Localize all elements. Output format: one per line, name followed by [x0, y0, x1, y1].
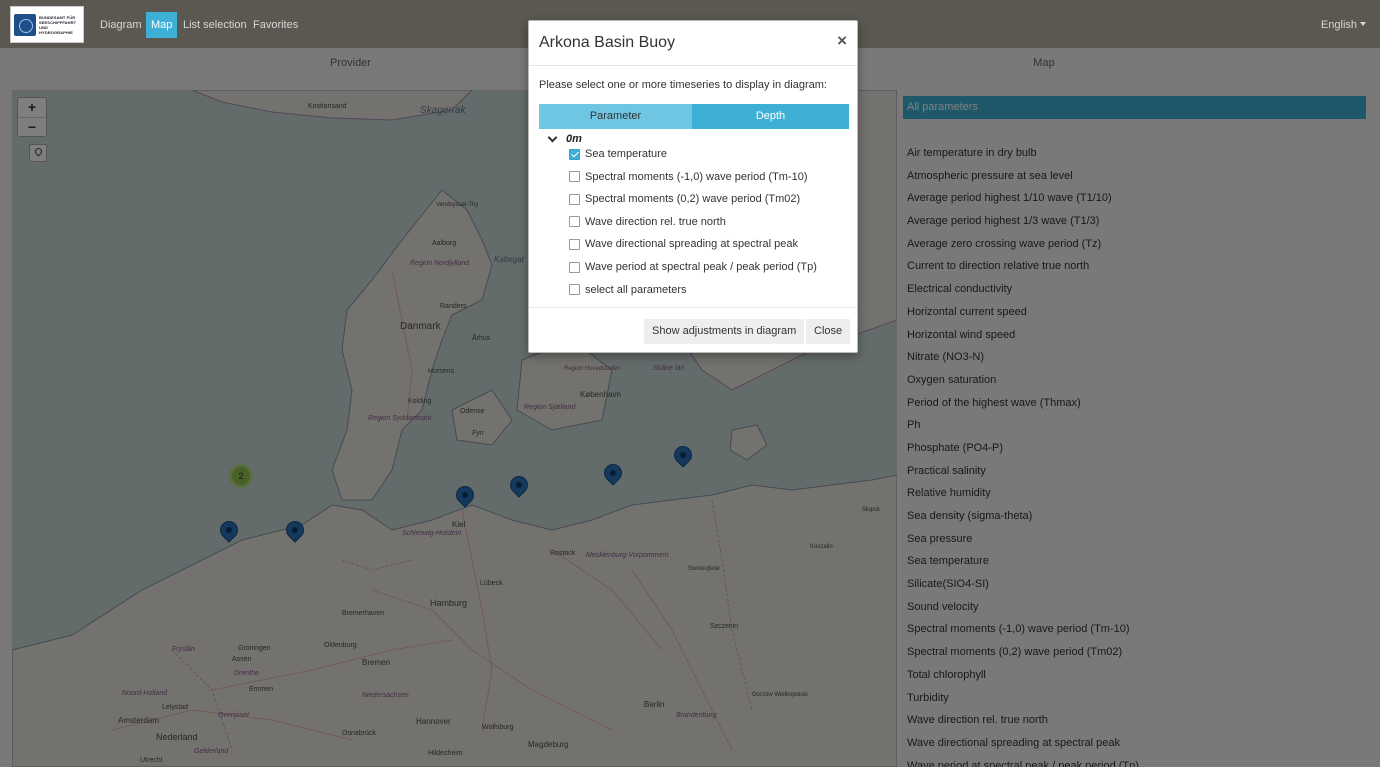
- modal-header: Arkona Basin Buoy ×: [529, 21, 857, 66]
- checkbox-icon[interactable]: [569, 193, 580, 205]
- nav-list-selection[interactable]: List selection: [178, 12, 252, 38]
- timeseries-modal: Arkona Basin Buoy × Please select one or…: [528, 20, 858, 353]
- checkbox-checked-icon[interactable]: [569, 148, 580, 160]
- checkbox-icon[interactable]: [569, 216, 580, 228]
- close-button[interactable]: Close: [806, 319, 851, 344]
- timeseries-option[interactable]: Wave direction rel. true north: [569, 214, 726, 230]
- logo-text: BUNDESAMT FÜR SEESCHIFFFAHRT UND HYDROGR…: [39, 14, 77, 35]
- timeseries-option[interactable]: Wave period at spectral peak / peak peri…: [569, 259, 817, 275]
- logo-emblem-icon: [14, 13, 36, 36]
- option-label: select all parameters: [585, 283, 687, 296]
- option-label: Wave period at spectral peak / peak peri…: [585, 261, 817, 273]
- checkbox-icon[interactable]: [569, 284, 580, 296]
- depth-group-toggle[interactable]: 0m: [547, 132, 582, 146]
- tab-parameter[interactable]: Parameter: [539, 104, 692, 129]
- modal-instructions: Please select one or more timeseries to …: [539, 79, 827, 91]
- bsh-logo[interactable]: BUNDESAMT FÜR SEESCHIFFFAHRT UND HYDROGR…: [10, 6, 84, 43]
- nav-favorites[interactable]: Favorites: [248, 12, 303, 38]
- timeseries-option[interactable]: select all parameters: [569, 282, 687, 298]
- nav-map[interactable]: Map: [146, 12, 178, 38]
- modal-title: Arkona Basin Buoy: [539, 34, 676, 51]
- nav-diagram[interactable]: Diagram: [95, 12, 147, 38]
- option-label: Wave direction rel. true north: [585, 215, 726, 228]
- checkbox-icon[interactable]: [569, 261, 580, 273]
- chevron-down-icon: [547, 132, 558, 142]
- timeseries-option[interactable]: Wave directional spreading at spectral p…: [569, 236, 798, 252]
- language-dropdown[interactable]: English: [1321, 12, 1366, 38]
- timeseries-option[interactable]: Spectral moments (-1,0) wave period (Tm-…: [569, 169, 808, 185]
- caret-down-icon: [1360, 22, 1366, 26]
- depth-label: 0m: [566, 133, 582, 145]
- option-label: Spectral moments (0,2) wave period (Tm02…: [585, 193, 801, 206]
- checkbox-icon[interactable]: [569, 238, 580, 250]
- tab-depth[interactable]: Depth: [692, 104, 849, 129]
- timeseries-option[interactable]: Spectral moments (0,2) wave period (Tm02…: [569, 191, 800, 207]
- checkbox-icon[interactable]: [569, 171, 580, 183]
- language-label: English: [1320, 19, 1357, 31]
- option-label: Wave directional spreading at spectral p…: [585, 238, 798, 251]
- close-icon[interactable]: ×: [837, 32, 847, 49]
- modal-footer: Show adjustments in diagram Close: [529, 307, 857, 353]
- timeseries-option[interactable]: Sea temperature: [569, 146, 667, 162]
- option-label: Spectral moments (-1,0) wave period (Tm-…: [585, 170, 808, 183]
- show-adjustments-button[interactable]: Show adjustments in diagram: [644, 319, 805, 344]
- option-label: Sea temperature: [585, 148, 667, 160]
